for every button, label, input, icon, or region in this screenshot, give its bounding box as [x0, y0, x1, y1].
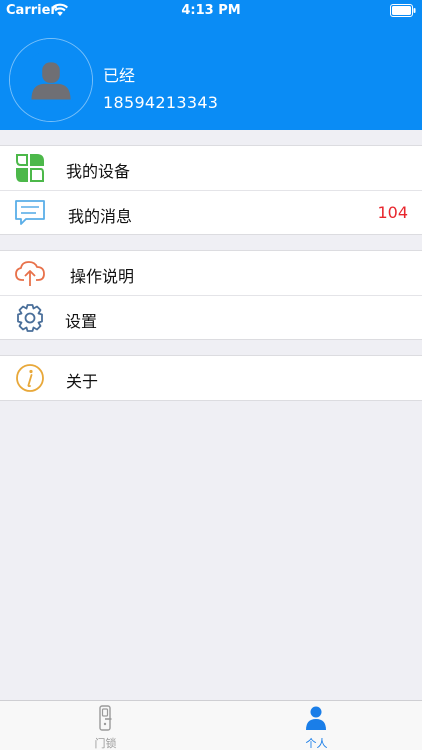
- gear-icon: [17, 304, 43, 332]
- tab-bar: 门锁 个人: [0, 700, 422, 750]
- menu-item-messages[interactable]: 我的消息 104: [0, 190, 422, 234]
- status-bar: Carrier 4:13 PM: [0, 0, 422, 22]
- battery-icon: [390, 4, 416, 17]
- menu-group-about: 关于: [0, 355, 422, 401]
- menu-item-devices[interactable]: 我的设备: [0, 146, 422, 190]
- profile-name: 已经: [103, 66, 136, 85]
- messages-count-badge: 104: [377, 203, 408, 222]
- menu-item-about-label: 关于: [66, 372, 99, 391]
- menu-group-devices: 我的设备 我的消息 104: [0, 145, 422, 235]
- four-leaf-grid-icon: [16, 154, 44, 182]
- chat-bubble-icon: [15, 200, 45, 225]
- profile-screen: Carrier 4:13 PM 已经 18594213343 我的设备 我的消息…: [0, 0, 422, 750]
- avatar[interactable]: [9, 38, 93, 122]
- tab-locks[interactable]: 门锁: [0, 701, 211, 750]
- info-icon: [16, 364, 44, 392]
- menu-item-about[interactable]: 关于: [0, 356, 422, 400]
- menu-item-settings-label: 设置: [65, 312, 98, 331]
- menu-item-instructions-label: 操作说明: [70, 267, 135, 286]
- cloud-upload-icon: [15, 261, 45, 286]
- tab-me-label: 个人: [305, 737, 328, 750]
- menu-item-instructions[interactable]: 操作说明: [0, 251, 422, 295]
- person-icon: [306, 706, 326, 730]
- tab-locks-label: 门锁: [94, 737, 117, 750]
- profile-phone: 18594213343: [103, 93, 219, 112]
- door-lock-icon: [99, 705, 112, 731]
- menu-item-messages-label: 我的消息: [68, 207, 133, 226]
- tab-me[interactable]: 个人: [211, 701, 422, 750]
- profile-header: Carrier 4:13 PM 已经 18594213343: [0, 0, 422, 130]
- menu-item-devices-label: 我的设备: [66, 162, 131, 181]
- avatar-placeholder-icon: [10, 39, 92, 121]
- status-time: 4:13 PM: [181, 3, 241, 18]
- menu-item-settings[interactable]: 设置: [0, 295, 422, 339]
- menu-group-help: 操作说明 设置: [0, 250, 422, 340]
